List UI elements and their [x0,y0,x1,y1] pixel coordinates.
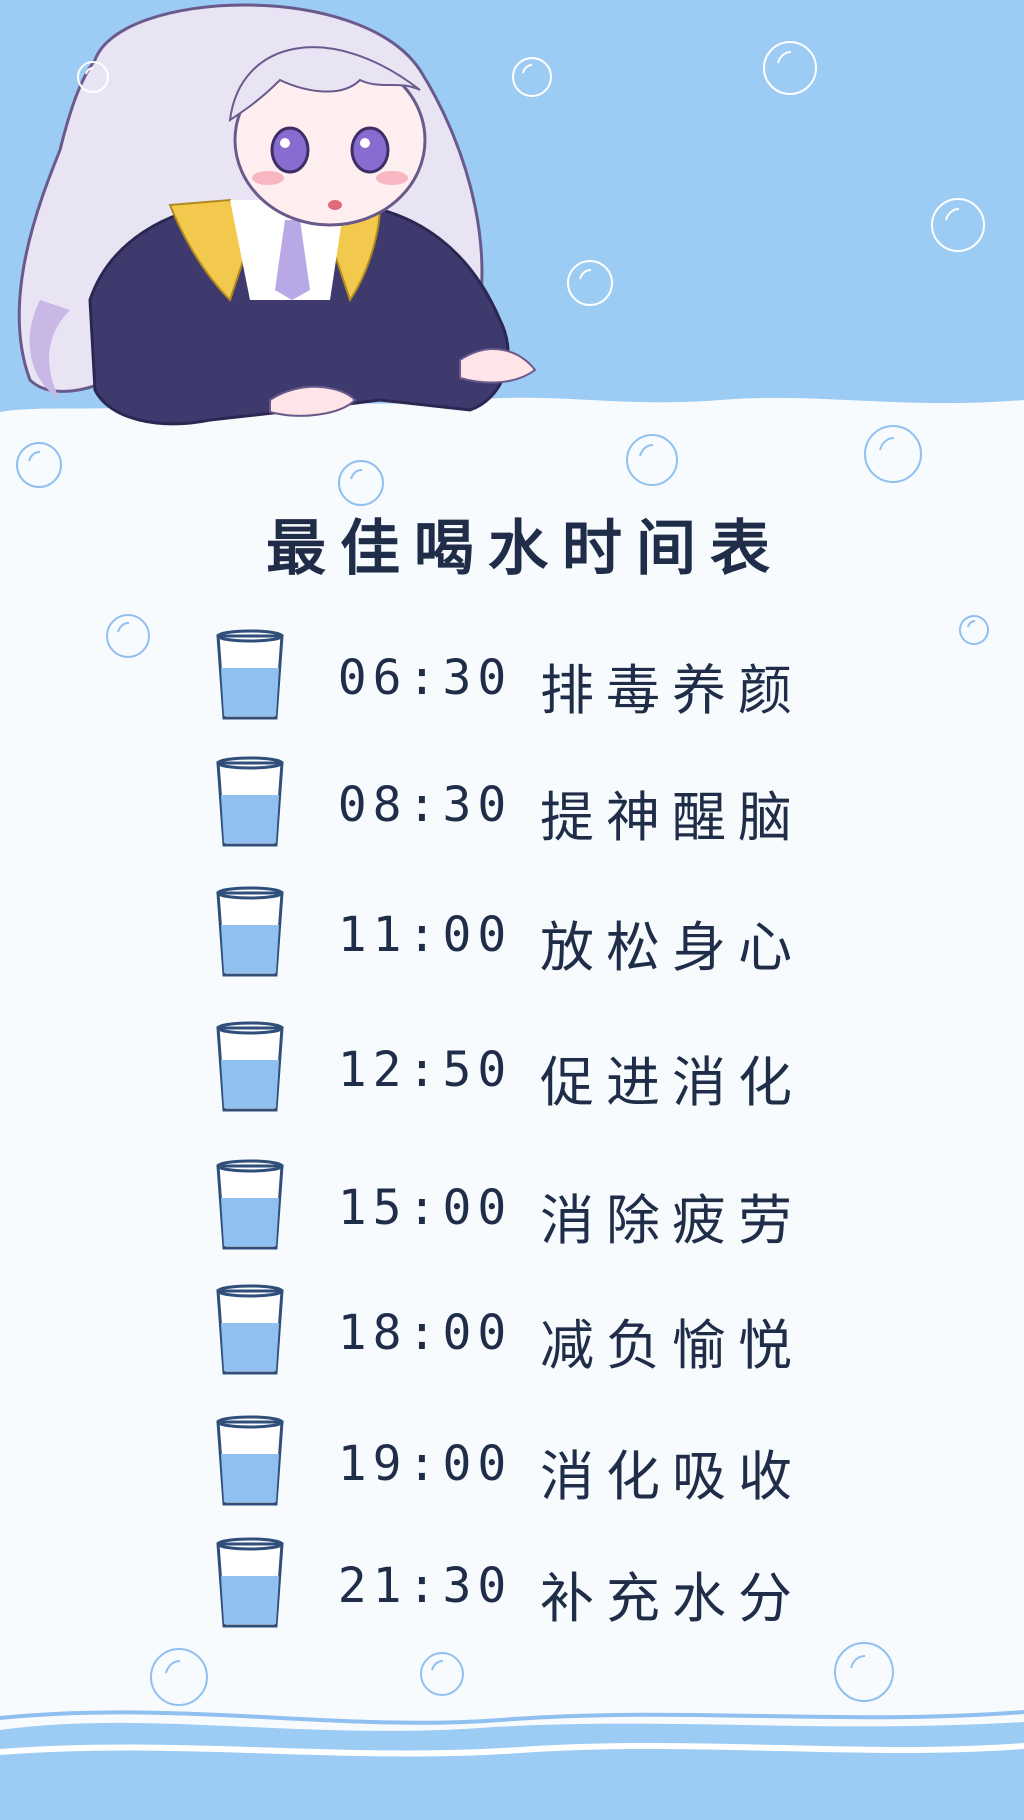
schedule-row: 18:00 减负愉悦 [210,1283,850,1393]
schedule-row: 12:50 促进消化 [210,1020,850,1130]
bottom-wave-background [0,1710,1024,1820]
water-glass-icon [216,886,284,977]
schedule-time: 08:30 [337,777,513,833]
water-glass-icon [216,1284,284,1375]
schedule-label: 补充水分 [540,1567,804,1630]
water-glass-icon [216,1021,284,1112]
schedule-time: 12:50 [337,1042,513,1098]
schedule-label: 减负愉悦 [540,1314,804,1377]
schedule-row: 19:00 消化吸收 [210,1414,850,1524]
bubble-icon [567,260,613,306]
water-glass-icon [216,629,284,720]
schedule-label: 排毒养颜 [540,659,804,722]
bubble-icon [763,41,817,95]
bubble-icon [864,425,922,483]
bubble-icon [931,198,985,252]
water-schedule-poster: 最佳喝水时间表 06:30 排毒养颜 08:30 提神醒脑 11:00 放松身心… [0,0,1024,1820]
schedule-time: 15:00 [337,1180,513,1236]
schedule-label: 消除疲劳 [540,1189,804,1252]
schedule-label: 提神醒脑 [540,786,804,849]
water-glass-icon [216,756,284,847]
schedule-time: 06:30 [337,650,513,706]
schedule-time: 11:00 [337,907,513,963]
schedule-label: 促进消化 [540,1051,804,1114]
bubble-icon [16,442,62,488]
water-glass-icon [216,1537,284,1628]
bubble-icon [959,615,989,645]
page-title: 最佳喝水时间表 [266,514,784,584]
bubble-icon [626,434,678,486]
water-glass-icon [216,1415,284,1506]
schedule-row: 06:30 排毒养颜 [210,628,850,738]
schedule-row: 08:30 提神醒脑 [210,755,850,865]
schedule-time: 18:00 [337,1305,513,1361]
schedule-label: 消化吸收 [540,1445,804,1508]
schedule-row: 11:00 放松身心 [210,885,850,995]
bubble-icon [512,57,552,97]
schedule-time: 21:30 [337,1558,513,1614]
schedule-row: 15:00 消除疲劳 [210,1158,850,1268]
schedule-label: 放松身心 [540,916,804,979]
water-glass-icon [216,1159,284,1250]
bubble-icon [77,61,109,93]
bubble-icon [106,614,150,658]
schedule-time: 19:00 [337,1436,513,1492]
schedule-row: 21:30 补充水分 [210,1536,850,1646]
